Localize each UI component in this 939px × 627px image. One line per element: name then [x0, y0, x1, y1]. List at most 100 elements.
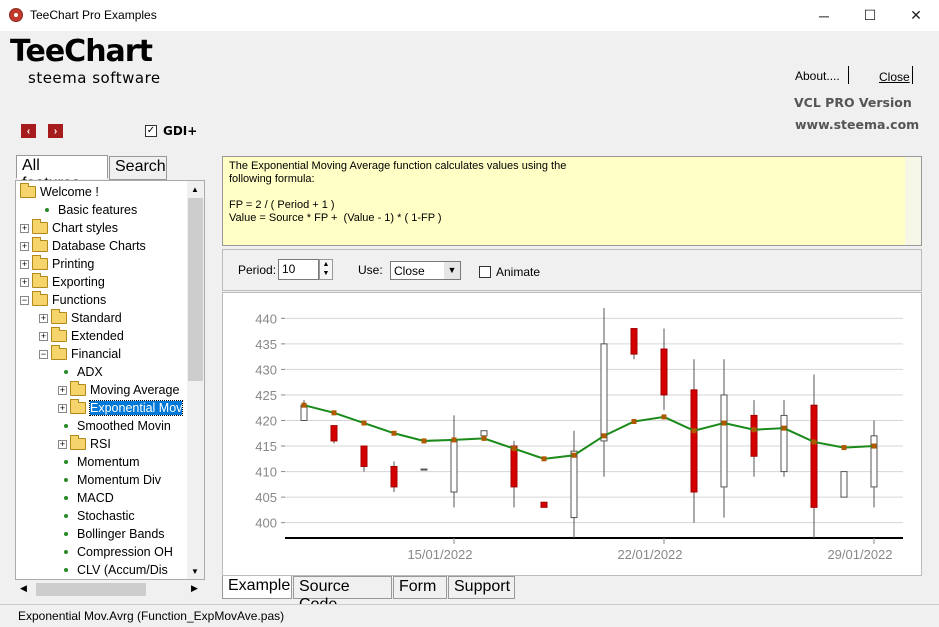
x-tick-label: 22/01/2022 — [617, 547, 682, 562]
expand-icon[interactable]: + — [39, 313, 48, 323]
expand-icon[interactable]: + — [20, 223, 29, 233]
candle-body — [720, 394, 728, 488]
tab-support[interactable]: Support — [448, 576, 515, 599]
use-label: Use: — [358, 263, 383, 277]
maximize-button[interactable]: ☐ — [847, 0, 893, 31]
folder-icon — [70, 399, 86, 414]
tree-hscroll-thumb[interactable] — [36, 583, 146, 596]
tree-item[interactable]: + RSI — [58, 435, 111, 453]
x-tick-label: 15/01/2022 — [407, 547, 472, 562]
tree-item-label: Welcome ! — [40, 185, 99, 199]
ema-point — [751, 427, 757, 433]
tree-item-label: Momentum Div — [77, 473, 162, 487]
back-arrow-icon[interactable]: ‹ — [21, 124, 36, 138]
close-link[interactable]: Close — [879, 70, 910, 84]
candle-body — [390, 465, 398, 488]
ema-point — [301, 402, 307, 408]
ema-point — [421, 438, 427, 444]
status-text: Exponential Mov.Avrg (Function_ExpMovAve… — [18, 609, 285, 623]
scroll-right-icon[interactable]: ▶ — [191, 583, 198, 594]
tree-item[interactable]: + Exporting — [20, 273, 105, 291]
ema-point — [631, 419, 637, 425]
expand-icon[interactable]: + — [20, 259, 29, 269]
description-text: The Exponential Moving Average function … — [229, 160, 567, 224]
scroll-left-icon[interactable]: ◀ — [20, 583, 27, 594]
period-input[interactable]: 10 — [278, 259, 319, 280]
animate-checkbox[interactable] — [479, 266, 491, 278]
period-spinner[interactable]: ▲ ▼ — [319, 259, 333, 280]
tree-item[interactable]: Stochastic — [58, 507, 135, 525]
tab-search[interactable]: Search — [109, 156, 167, 180]
minimize-button[interactable]: ─ — [801, 0, 847, 31]
candle-body — [480, 430, 488, 437]
candle-body — [840, 471, 848, 498]
tree-item[interactable]: + Printing — [20, 255, 94, 273]
tree-item[interactable]: + Extended — [39, 327, 124, 345]
tree-item-label: Stochastic — [77, 509, 135, 523]
y-tick-label: 405 — [255, 490, 277, 505]
ema-point — [661, 414, 667, 420]
tree-item[interactable]: CLV (Accum/Dis — [58, 561, 168, 579]
tree-item[interactable]: Momentum Div — [58, 471, 161, 489]
close-window-button[interactable]: ✕ — [893, 0, 939, 31]
tree-item-label: Momentum — [77, 455, 140, 469]
collapse-icon[interactable]: − — [39, 349, 48, 359]
leaf-dot-icon — [64, 460, 68, 464]
tree-item[interactable]: ADX — [58, 363, 103, 381]
version-text: VCL PRO Version — [794, 95, 912, 110]
tree-scroll-thumb[interactable] — [188, 198, 203, 381]
candle-body — [690, 389, 698, 493]
tree-item[interactable]: − Financial — [39, 345, 121, 363]
tree-item[interactable]: MACD — [58, 489, 114, 507]
tree-item[interactable]: Momentum — [58, 453, 140, 471]
tree-item[interactable]: Basic features — [39, 201, 137, 219]
expand-icon[interactable]: + — [58, 403, 67, 413]
tree-item[interactable]: Welcome ! — [20, 183, 99, 201]
tree-item[interactable]: Compression OH — [58, 543, 173, 561]
chart-panel: 400 405 410 415 420 425 430 435 440 15/01/2022 22/… — [222, 292, 922, 576]
tree-item-label: Moving Average — [90, 383, 180, 397]
tree-item-label: ADX — [77, 365, 103, 379]
tab-example[interactable]: Example — [222, 576, 292, 599]
tree-item[interactable]: Smoothed Movin — [58, 417, 171, 435]
tree-item-label: Smoothed Movin — [77, 419, 171, 433]
scroll-down-icon[interactable]: ▼ — [191, 567, 199, 576]
y-tick-label: 430 — [255, 362, 277, 377]
tab-source-code[interactable]: Source Code — [293, 576, 392, 613]
expand-icon[interactable]: + — [39, 331, 48, 341]
tree-item[interactable]: + Chart styles — [20, 219, 118, 237]
expand-icon[interactable]: + — [20, 241, 29, 251]
gdi-checkbox[interactable]: ✓ — [145, 125, 157, 137]
folder-icon — [32, 273, 48, 288]
tree-item[interactable]: − Functions — [20, 291, 106, 309]
description-scrollbar[interactable] — [905, 157, 921, 245]
tree-item[interactable]: + Exponential Mov — [58, 399, 184, 417]
tree-item-label: Exporting — [52, 275, 105, 289]
folder-icon — [51, 327, 67, 342]
collapse-icon[interactable]: − — [20, 295, 29, 305]
chevron-down-icon[interactable]: ▼ — [444, 262, 460, 279]
tree-item-label: Exponential Mov — [88, 400, 184, 416]
ema-line — [303, 404, 875, 460]
tab-all-features[interactable]: All features — [16, 155, 108, 192]
leaf-dot-icon — [64, 478, 68, 482]
logo-subtitle: steema software — [28, 69, 161, 87]
candle-body — [570, 450, 578, 519]
tree-item-label: Chart styles — [52, 221, 118, 235]
about-link[interactable]: About.... — [795, 69, 840, 83]
candlestick-chart[interactable]: 400 405 410 415 420 425 430 435 440 15/01/2022 22/… — [223, 293, 921, 575]
tree-item[interactable]: Bollinger Bands — [58, 525, 165, 543]
tab-form[interactable]: Form — [393, 576, 447, 599]
expand-icon[interactable]: + — [58, 385, 67, 395]
expand-icon[interactable]: + — [58, 439, 67, 449]
candle-body — [420, 468, 428, 471]
scroll-up-icon[interactable]: ▲ — [191, 185, 199, 194]
expand-icon[interactable]: + — [20, 277, 29, 287]
tree-item[interactable]: + Database Charts — [20, 237, 146, 255]
candle-body — [870, 435, 878, 488]
tree-item[interactable]: + Moving Average — [58, 381, 179, 399]
candle-body — [450, 440, 458, 493]
tree-item[interactable]: + Standard — [39, 309, 122, 327]
folder-open-icon — [32, 291, 48, 306]
forward-arrow-icon[interactable]: › — [48, 124, 63, 138]
